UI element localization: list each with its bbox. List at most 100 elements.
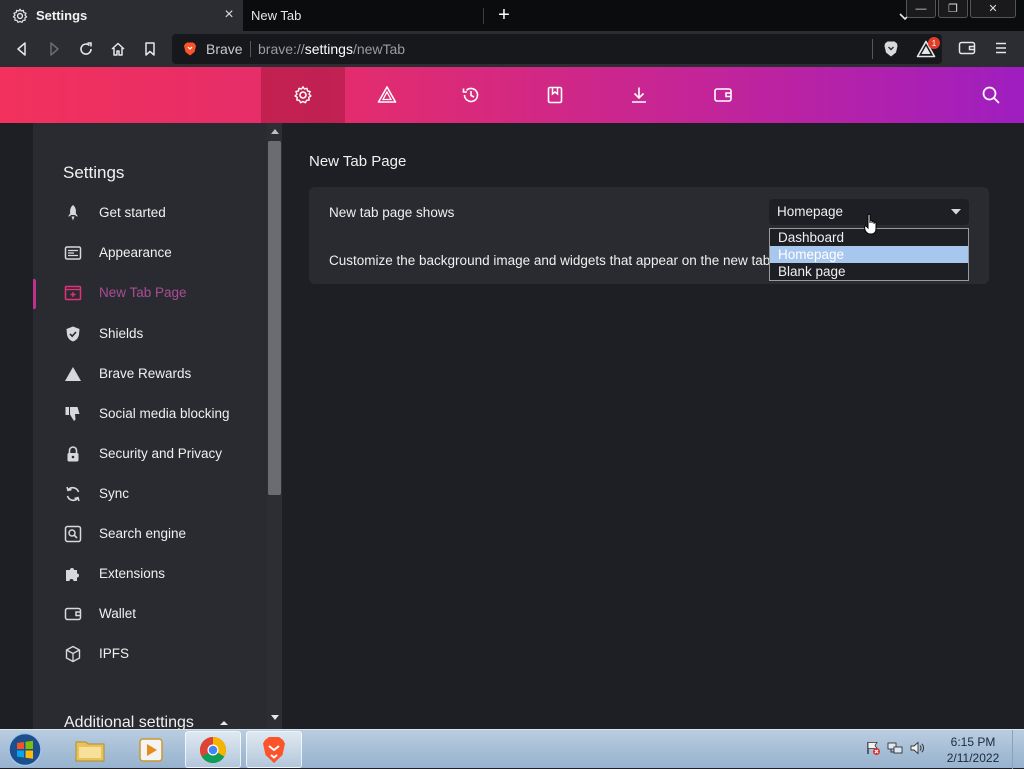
rewards-nav-button[interactable] (345, 67, 429, 123)
sidebar-item-new-tab-page[interactable]: New Tab Page (33, 273, 267, 313)
puzzle-icon (64, 565, 82, 583)
sidebar-item-brave-rewards[interactable]: Brave Rewards (33, 354, 267, 394)
chrome-icon (199, 736, 227, 763)
wallet-nav-button[interactable] (681, 67, 765, 123)
sidebar-item-get-started[interactable]: Get started (33, 193, 267, 233)
sidebar-item-extensions[interactable]: Extensions (33, 554, 267, 594)
section-title: New Tab Page (309, 153, 407, 170)
additional-settings-toggle[interactable]: Additional settings (64, 714, 194, 729)
windows-taskbar: 6:15 PM 2/11/2022 (0, 729, 1024, 769)
forward-button[interactable] (44, 39, 64, 59)
sidebar-item-label: Search engine (99, 526, 187, 541)
taskbar-brave[interactable] (246, 731, 302, 768)
sidebar-item-label: Brave Rewards (99, 366, 192, 381)
scroll-up-arrow-icon[interactable] (271, 128, 279, 134)
tab-settings[interactable]: Settings × (0, 0, 243, 31)
scrollbar-thumb[interactable] (268, 141, 281, 495)
wallet-button[interactable] (958, 40, 976, 56)
sync-icon (64, 485, 82, 503)
cube-icon (64, 645, 82, 663)
windows-explorer-icon (75, 741, 105, 761)
address-bar[interactable]: Brave brave://settings/newTab 1 (172, 34, 942, 64)
action-center-flag-icon[interactable] (865, 740, 881, 756)
rewards-notification-badge: 1 (928, 37, 940, 49)
search-icon (982, 86, 1000, 104)
browser-toolbar: Brave brave://settings/newTab 1 (0, 31, 1024, 67)
sidebar-item-label: Extensions (99, 566, 166, 581)
taskbar-chrome[interactable] (185, 731, 241, 768)
settings-nav-button[interactable] (261, 67, 345, 123)
shield-icon (64, 325, 82, 343)
sidebar-scrollbar[interactable] (267, 123, 282, 729)
sidebar-item-label: IPFS (99, 646, 130, 661)
close-window-button[interactable]: ✕ (970, 0, 1016, 18)
sidebar-item-label: New Tab Page (99, 285, 187, 300)
option-homepage[interactable]: Homepage (770, 246, 968, 263)
network-icon[interactable] (887, 740, 903, 756)
gear-icon (294, 86, 312, 104)
main-menu-button[interactable] (993, 40, 1009, 56)
settings-topbar (0, 67, 1024, 123)
home-button[interactable] (108, 39, 128, 59)
rewards-triangle-icon (377, 86, 397, 103)
rocket-icon (64, 204, 82, 222)
taskbar-clock[interactable]: 6:15 PM 2/11/2022 (936, 734, 1010, 766)
downloads-icon (632, 87, 646, 103)
history-icon (462, 87, 479, 103)
brave-shields-icon (884, 41, 898, 57)
show-desktop-button[interactable] (1012, 730, 1024, 769)
start-button[interactable] (5, 731, 45, 768)
settings-search-button[interactable] (980, 84, 1002, 106)
brave-icon (263, 736, 285, 763)
sidebar-item-search-engine[interactable]: Search engine (33, 514, 267, 554)
sidebar-item-appearance[interactable]: Appearance (33, 233, 267, 273)
volume-icon[interactable] (909, 740, 925, 756)
reload-button[interactable] (76, 39, 96, 59)
close-tab-icon[interactable]: × (221, 6, 237, 23)
tab-title: Settings (36, 8, 88, 23)
site-identity-label: Brave (206, 41, 243, 57)
rewards-triangle-icon (64, 365, 82, 383)
restore-button[interactable]: ❐ (938, 0, 968, 18)
sidebar-item-security-and-privacy[interactable]: Security and Privacy (33, 434, 267, 474)
customize-description[interactable]: Customize the background image and widge… (329, 253, 769, 268)
new-tab-icon (64, 284, 82, 302)
tab-new-tab[interactable]: New Tab (243, 0, 483, 31)
windows-logo-icon (8, 732, 42, 767)
taskbar-explorer[interactable] (62, 731, 118, 768)
url-path: /newTab (352, 41, 406, 57)
scroll-down-arrow-icon[interactable] (271, 715, 279, 721)
omnibox-divider (872, 39, 873, 59)
tab-title: New Tab (251, 8, 302, 23)
bookmarks-nav-button[interactable] (513, 67, 597, 123)
downloads-nav-button[interactable] (597, 67, 681, 123)
sidebar-item-social-media-blocking[interactable]: Social media blocking (33, 394, 267, 434)
wallet-icon (958, 41, 976, 55)
chevron-up-icon[interactable] (219, 719, 229, 727)
bookmarks-icon (547, 86, 563, 104)
appearance-icon (64, 244, 82, 262)
sidebar-item-wallet[interactable]: Wallet (33, 594, 267, 634)
sidebar-title: Settings (63, 163, 125, 182)
gear-icon (12, 8, 28, 24)
sidebar-item-ipfs[interactable]: IPFS (33, 634, 267, 674)
new-tab-button[interactable]: + (493, 4, 515, 26)
taskbar-media-player[interactable] (123, 731, 179, 768)
hand-cursor-icon (864, 213, 880, 237)
system-tray (865, 740, 925, 756)
back-button[interactable] (12, 39, 32, 59)
minimize-button[interactable]: — (906, 0, 936, 18)
url-scheme: brave:// (258, 41, 305, 57)
url-text: brave://settings/newTab (258, 41, 405, 57)
chevron-down-icon (951, 209, 961, 215)
sidebar-item-label: Wallet (99, 606, 137, 621)
sidebar-item-sync[interactable]: Sync (33, 474, 267, 514)
brave-shields-button[interactable] (882, 40, 900, 58)
history-nav-button[interactable] (429, 67, 513, 123)
sidebar-item-shields[interactable]: Shields (33, 314, 267, 354)
reload-icon (80, 42, 92, 55)
bookmark-button[interactable] (140, 39, 160, 59)
sidebar-item-label: Sync (99, 486, 130, 501)
option-blank-page[interactable]: Blank page (770, 263, 968, 280)
lock-icon (64, 445, 82, 463)
